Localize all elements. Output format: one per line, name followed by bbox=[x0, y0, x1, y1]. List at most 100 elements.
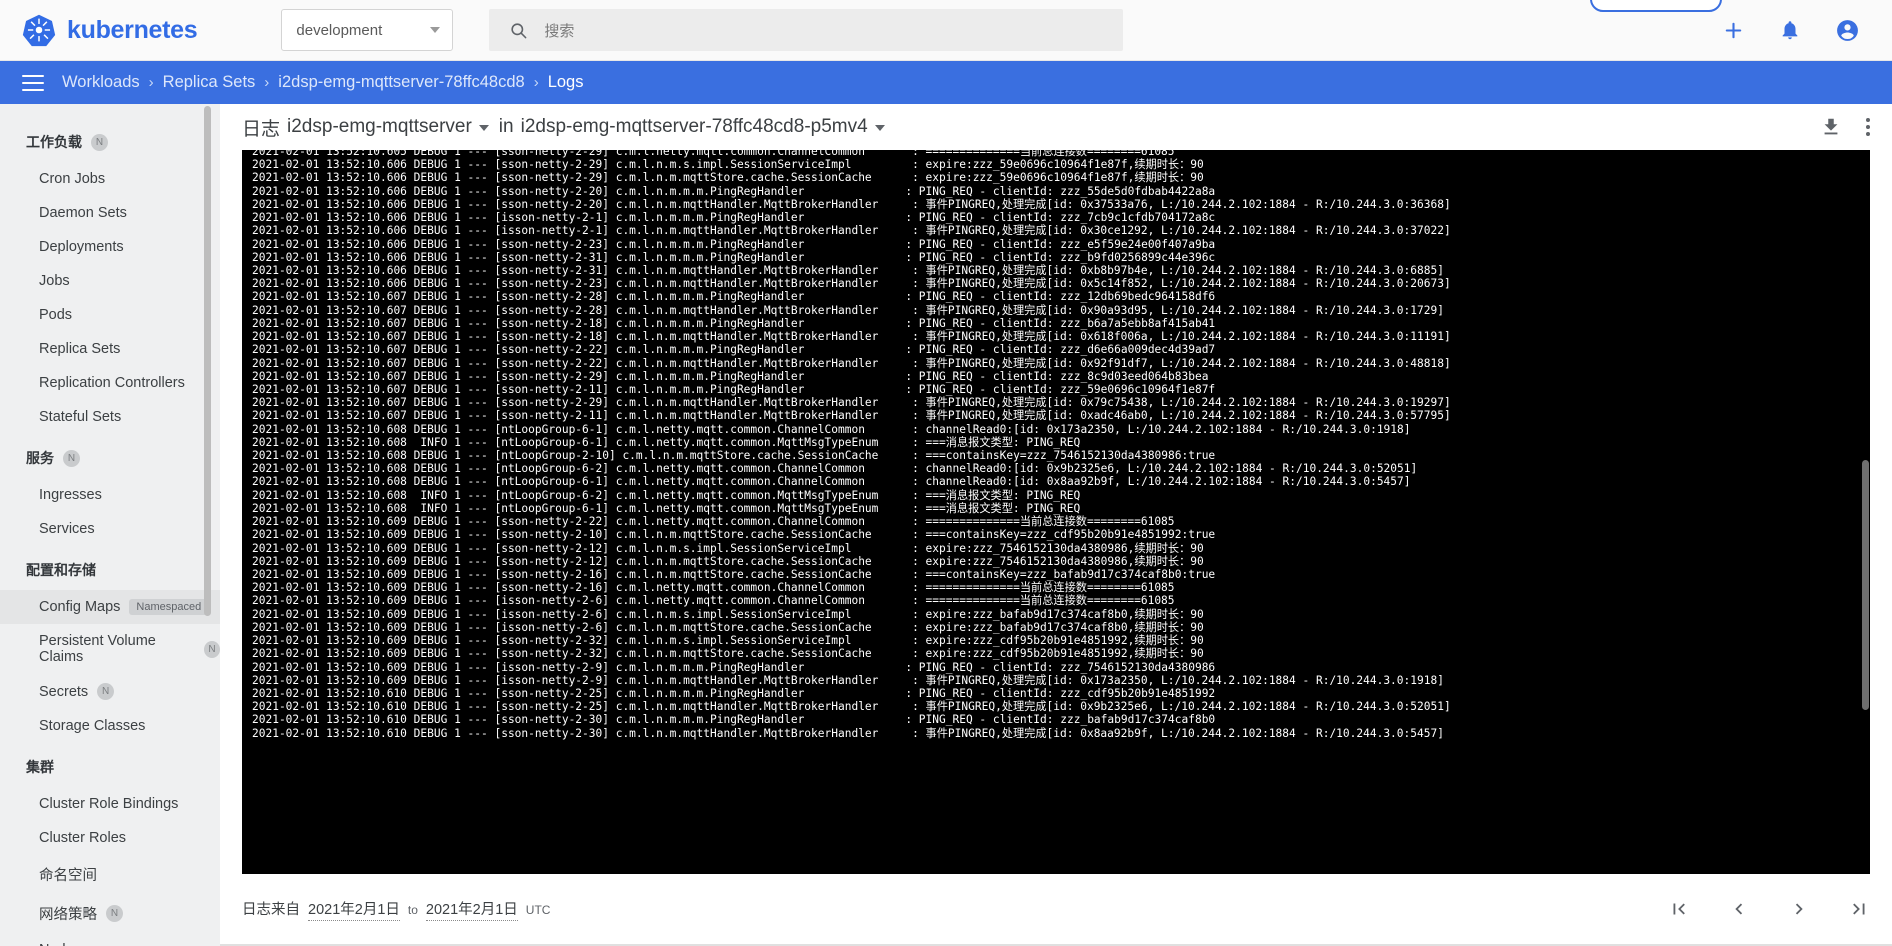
namespaced-badge: N bbox=[97, 683, 115, 700]
sidebar-section-header: 集群 bbox=[0, 743, 220, 787]
brand-logo[interactable]: kubernetes bbox=[22, 13, 198, 47]
top-toolbar: kubernetes development 搜索 bbox=[0, 0, 1892, 61]
breadcrumb-separator: › bbox=[148, 74, 154, 91]
hamburger-menu-icon[interactable] bbox=[22, 74, 44, 91]
sidebar-item-replication-controllers[interactable]: Replication Controllers bbox=[0, 366, 220, 400]
sidebar-item-cluster-roles[interactable]: Cluster Roles bbox=[0, 821, 220, 855]
kubernetes-helm-logo-icon bbox=[22, 13, 56, 47]
download-icon[interactable] bbox=[1820, 116, 1842, 138]
log-scrollbar-thumb[interactable] bbox=[1862, 460, 1869, 710]
sidebar-item-ingresses[interactable]: Ingresses bbox=[0, 478, 220, 512]
log-line: 2021-02-01 13:52:10.607 DEBUG 1 --- [sso… bbox=[252, 290, 1216, 304]
first-page-icon[interactable] bbox=[1668, 898, 1690, 920]
log-line: 2021-02-01 13:52:10.606 DEBUG 1 --- [iss… bbox=[252, 211, 1216, 225]
sidebar-item-网络策略[interactable]: 网络策略 N bbox=[0, 894, 220, 933]
brand-title: kubernetes bbox=[67, 15, 198, 44]
log-line: 2021-02-01 13:52:10.609 DEBUG 1 --- [iss… bbox=[252, 620, 1204, 634]
sidebar-item-label: Pods bbox=[39, 307, 73, 323]
breadcrumb-item-workloads[interactable]: Workloads bbox=[62, 73, 140, 92]
kubernetes-dashboard: kubernetes development 搜索 Workloads › Re… bbox=[0, 0, 1892, 946]
namespaced-badge: N bbox=[91, 133, 108, 151]
search-placeholder: 搜索 bbox=[544, 22, 575, 40]
pod-selector-label[interactable]: i2dsp-emg-mqttserver-78ffc48cd8-p5mv4 bbox=[521, 116, 868, 138]
sidebar-scrollbar[interactable] bbox=[204, 106, 211, 616]
sidebar-item-label: Daemon Sets bbox=[39, 205, 127, 221]
log-line: 2021-02-01 13:52:10.609 DEBUG 1 --- [sso… bbox=[252, 581, 1175, 595]
logs-card-footer: 日志来自 2021年2月1日 to 2021年2月1日 UTC bbox=[220, 874, 1892, 944]
log-line: 2021-02-01 13:52:10.609 DEBUG 1 --- [iss… bbox=[252, 594, 1175, 608]
log-range-to[interactable]: 2021年2月1日 bbox=[425, 898, 518, 921]
search-icon bbox=[509, 21, 528, 40]
sidebar-item-label: Cluster Roles bbox=[39, 830, 127, 846]
log-range-timezone: UTC bbox=[525, 902, 551, 917]
log-viewer[interactable]: 2021-02-01 13:52:10.605 DEBUG 1 --- [sso… bbox=[242, 150, 1870, 874]
sidebar-item-cluster-role-bindings[interactable]: Cluster Role Bindings bbox=[0, 787, 220, 821]
container-selector-label[interactable]: i2dsp-emg-mqttserver bbox=[287, 116, 472, 138]
top-toolbar-actions bbox=[1722, 18, 1874, 43]
sidebar-item-label: Replication Controllers bbox=[39, 375, 185, 391]
bell-icon[interactable] bbox=[1779, 19, 1801, 41]
sidebar-item-replica-sets[interactable]: Replica Sets bbox=[0, 332, 220, 366]
log-line: 2021-02-01 13:52:10.610 DEBUG 1 --- [sso… bbox=[252, 700, 1451, 714]
chevron-right-icon[interactable] bbox=[1788, 898, 1810, 920]
sidebar-item-label: 命名空间 bbox=[39, 868, 97, 884]
namespaced-badge: N bbox=[63, 449, 80, 467]
log-line: 2021-02-01 13:52:10.607 DEBUG 1 --- [sso… bbox=[252, 343, 1216, 357]
breadcrumb-item-replicaset-name[interactable]: i2dsp-emg-mqttserver-78ffc48cd8 bbox=[278, 73, 524, 92]
page-body: 工作负载 N Cron Jobs Daemon Sets Deployments Jobs… bbox=[0, 104, 1892, 946]
breadcrumb: Workloads › Replica Sets › i2dsp-emg-mqt… bbox=[62, 73, 583, 92]
log-date-range: 日志来自 2021年2月1日 to 2021年2月1日 UTC bbox=[242, 898, 550, 921]
container-chevron-down-icon[interactable] bbox=[478, 125, 489, 131]
logs-title-in-word: in bbox=[498, 116, 514, 137]
breadcrumb-separator: › bbox=[264, 74, 270, 91]
sidebar-item-jobs[interactable]: Jobs bbox=[0, 264, 220, 298]
account-circle-icon[interactable] bbox=[1835, 18, 1860, 43]
sidebar-item-persistent-volume-claims[interactable]: Persistent Volume Claims N bbox=[0, 624, 220, 674]
sidebar-item-stateful-sets[interactable]: Stateful Sets bbox=[0, 400, 220, 434]
log-lines-container: 2021-02-01 13:52:10.605 DEBUG 1 --- [sso… bbox=[242, 150, 1870, 874]
log-pagination bbox=[1668, 898, 1870, 920]
log-line: 2021-02-01 13:52:10.608 INFO 1 --- [ntLo… bbox=[252, 488, 1081, 502]
log-line: 2021-02-01 13:52:10.609 DEBUG 1 --- [sso… bbox=[252, 634, 1204, 648]
chevron-left-icon[interactable] bbox=[1728, 898, 1750, 920]
sidebar-item-label: Config Maps bbox=[39, 599, 121, 615]
namespace-value: development bbox=[296, 21, 383, 39]
sidebar-section-header: 工作负载 N bbox=[0, 118, 220, 162]
sidebar-item-label: Replica Sets bbox=[39, 341, 121, 357]
logs-title-prefix: 日志 bbox=[242, 118, 281, 140]
log-scrollbar-track[interactable] bbox=[1861, 150, 1870, 874]
page-title: 日志 i2dsp-emg-mqttserver in i2dsp-emg-mqt… bbox=[242, 114, 895, 141]
sidebar-item-label: Secrets bbox=[39, 683, 89, 700]
sidebar-section-title: 服务 bbox=[26, 450, 54, 466]
sidebar-item-label: Cron Jobs bbox=[39, 171, 106, 187]
plus-icon[interactable] bbox=[1722, 19, 1745, 42]
sidebar-item-cron-jobs[interactable]: Cron Jobs bbox=[0, 162, 220, 196]
namespaced-badge: N bbox=[203, 640, 220, 658]
log-line: 2021-02-01 13:52:10.606 DEBUG 1 --- [sso… bbox=[252, 171, 1204, 185]
sidebar-item-nodes[interactable]: Nodes bbox=[0, 933, 220, 946]
sidebar-item-pods[interactable]: Pods bbox=[0, 298, 220, 332]
log-line: 2021-02-01 13:52:10.607 DEBUG 1 --- [sso… bbox=[252, 330, 1451, 344]
log-line: 2021-02-01 13:52:10.609 DEBUG 1 --- [sso… bbox=[252, 541, 1204, 555]
log-line: 2021-02-01 13:52:10.609 DEBUG 1 --- [iss… bbox=[252, 673, 1444, 687]
sidebar-item-命名空间[interactable]: 命名空间 bbox=[0, 855, 220, 894]
last-page-icon[interactable] bbox=[1848, 898, 1870, 920]
pod-chevron-down-icon[interactable] bbox=[874, 125, 885, 131]
sidebar-item-services[interactable]: Services bbox=[0, 512, 220, 546]
log-line: 2021-02-01 13:52:10.609 DEBUG 1 --- [sso… bbox=[252, 515, 1175, 529]
sidebar-item-config-maps[interactable]: Config Maps Namespaced bbox=[0, 590, 220, 624]
create-resource-chip[interactable] bbox=[1590, 0, 1722, 12]
main-content: 日志 i2dsp-emg-mqttserver in i2dsp-emg-mqt… bbox=[220, 104, 1892, 946]
namespace-selector[interactable]: development bbox=[281, 9, 454, 51]
breadcrumb-item-replica-sets[interactable]: Replica Sets bbox=[163, 73, 256, 92]
sidebar-item-deployments[interactable]: Deployments bbox=[0, 230, 220, 264]
log-line: 2021-02-01 13:52:10.608 INFO 1 --- [ntLo… bbox=[252, 435, 1081, 449]
sidebar-item-storage-classes[interactable]: Storage Classes bbox=[0, 709, 220, 743]
sidebar-item-secrets[interactable]: Secrets N bbox=[0, 674, 220, 709]
log-line: 2021-02-01 13:52:10.607 DEBUG 1 --- [sso… bbox=[252, 316, 1216, 330]
log-line: 2021-02-01 13:52:10.610 DEBUG 1 --- [sso… bbox=[252, 726, 1444, 740]
more-vertical-icon[interactable] bbox=[1866, 118, 1870, 136]
log-range-from[interactable]: 2021年2月1日 bbox=[308, 898, 400, 921]
sidebar-item-daemon-sets[interactable]: Daemon Sets bbox=[0, 196, 220, 230]
search-input[interactable]: 搜索 bbox=[489, 9, 1124, 51]
